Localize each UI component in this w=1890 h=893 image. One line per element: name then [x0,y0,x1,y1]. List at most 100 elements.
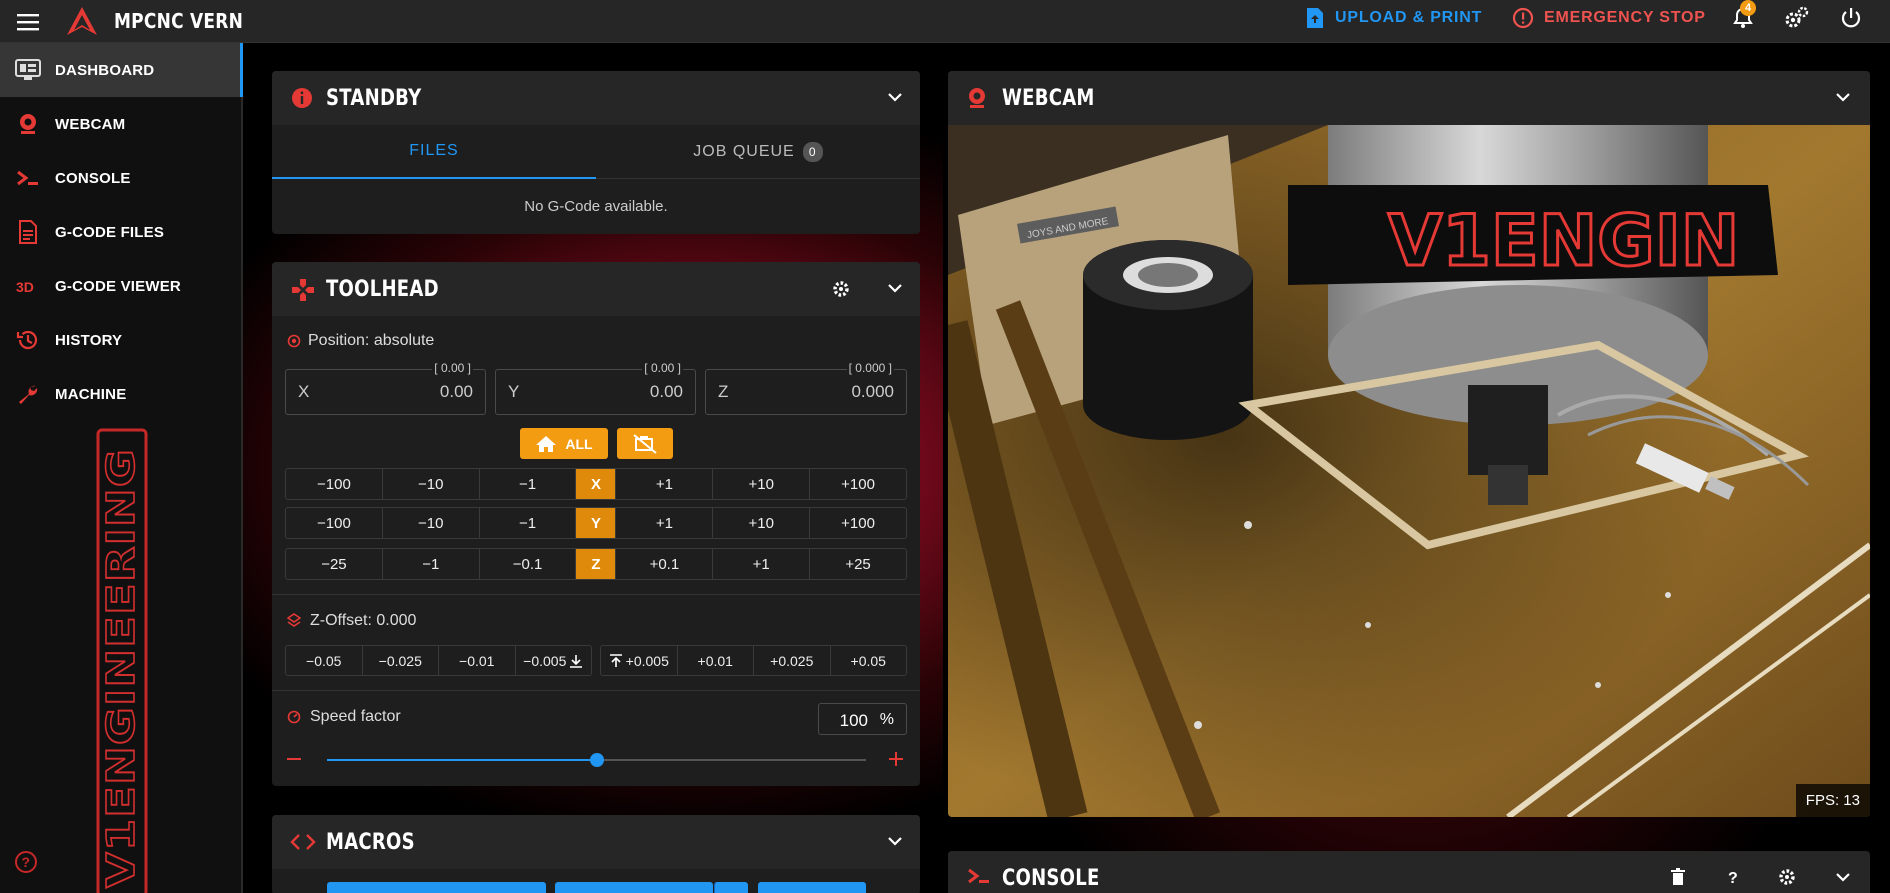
jog-z-minus-25[interactable]: −25 [286,549,383,579]
zoffset-minus-0.005[interactable]: −0.005 [516,646,592,675]
zoffset-plus-0.01[interactable]: +0.01 [678,646,754,675]
hamburger-icon [16,13,39,30]
zoffset-minus-0.025[interactable]: −0.025 [363,646,439,675]
speedometer-icon [287,710,301,724]
jog-y-plus-10[interactable]: +10 [713,508,811,538]
console-icon [968,868,989,884]
standby-header[interactable]: STANDBY [272,71,920,125]
macro-dropdown-button[interactable] [714,882,748,893]
z-offset-status: Z-Offset: 0.000 [287,612,416,630]
webcam-card: WEBCAM JOYS AND MORE V1ENGIN FPS: 13 [948,71,1870,817]
jog-y-plus-100[interactable]: +100 [810,508,906,538]
macro-button[interactable] [327,882,546,893]
position-mode: Position: absolute [286,332,434,350]
jog-x-minus-10[interactable]: −10 [383,469,480,499]
webcam-icon [19,114,36,134]
sidebar-item-gcode-files[interactable]: G-CODE FILES [0,205,243,259]
svg-text:?: ? [22,854,31,870]
chevron-down-icon[interactable] [1834,88,1852,106]
queue-count-badge: 0 [802,142,823,162]
jog-x-plus-10[interactable]: +10 [713,469,811,499]
home-all-button[interactable]: ALL [520,428,608,459]
z-position-value: 0.000 [851,382,894,401]
zoffset-minus-0.05[interactable]: −0.05 [286,646,363,675]
jog-y-minus-10[interactable]: −10 [383,508,480,538]
sidebar-item-label: DASHBOARD [55,61,155,79]
speed-slider-fill [327,759,597,761]
settings-button[interactable] [1782,0,1812,36]
chevron-down-icon[interactable] [886,832,904,850]
z-position-field[interactable]: [ 0.000 ] Z 0.000 [705,361,907,415]
sidebar-item-history[interactable]: HISTORY [0,313,243,367]
speed-slider-thumb[interactable] [589,753,604,767]
x-position-field[interactable]: [ 0.00 ] X 0.00 [285,361,486,415]
sidebar-item-dashboard[interactable]: DASHBOARD [0,43,243,97]
jog-x-plus-1[interactable]: +1 [616,469,714,499]
arrow-collapse-up-icon [609,653,622,667]
zoffset-plus-0.005[interactable]: +0.005 [601,646,678,675]
speed-decrease-button[interactable] [287,752,301,766]
chevron-down-icon[interactable] [1834,868,1852,886]
console-title: CONSOLE [1002,865,1100,891]
tab-job-queue-label: JOB QUEUE [693,143,795,160]
gear-icon[interactable] [832,280,850,298]
tab-job-queue[interactable]: JOB QUEUE 0 [596,125,920,179]
jog-z-minus-0.1[interactable]: −0.1 [480,549,577,579]
chevron-down-icon[interactable] [886,279,904,297]
webcam-stream: JOYS AND MORE V1ENGIN FPS: 13 [948,125,1870,817]
macro-button[interactable] [758,882,866,893]
sidebar-item-label: HISTORY [55,331,123,349]
wrench-icon [18,385,37,404]
y-jog-row: −100 −10 −1 Y +1 +10 +100 [285,507,907,539]
minus-icon [287,758,301,760]
jog-x-plus-100[interactable]: +100 [810,469,906,499]
zoffset-minus-0.01[interactable]: −0.01 [439,646,516,675]
speed-factor-unit: % [879,711,894,728]
zoffset-plus-0.05[interactable]: +0.05 [831,646,907,675]
upload-print-button[interactable]: UPLOAD & PRINT [1305,0,1482,36]
help-icon[interactable]: ? [1725,868,1741,886]
gear-icon[interactable] [1778,868,1796,886]
file-upload-icon [1307,8,1323,28]
menu-button[interactable] [0,0,55,43]
trash-icon[interactable] [1670,868,1686,886]
speed-factor-input[interactable]: 100 % [818,703,907,735]
arrow-collapse-down-icon [570,654,583,668]
sidebar-item-gcode-viewer[interactable]: 3D G-CODE VIEWER [0,259,243,313]
macros-header[interactable]: MACROS [272,815,920,869]
webcam-header[interactable]: WEBCAM [948,71,1870,125]
power-button[interactable] [1836,0,1866,36]
emergency-stop-button[interactable]: EMERGENCY STOP [1512,0,1706,36]
macro-button[interactable] [555,882,713,893]
y-position-field[interactable]: [ 0.00 ] Y 0.00 [495,361,696,415]
jog-x-minus-100[interactable]: −100 [286,469,383,499]
sidebar-item-webcam[interactable]: WEBCAM [0,97,243,151]
information-icon [292,88,312,108]
jog-z-plus-25[interactable]: +25 [810,549,906,579]
toolhead-header[interactable]: TOOLHEAD [272,262,920,316]
help-button[interactable]: ? [14,850,38,879]
jog-y-minus-1[interactable]: −1 [480,508,577,538]
home-y-button[interactable]: Y [576,508,617,538]
zoffset-plus-0.025[interactable]: +0.025 [754,646,831,675]
jog-z-plus-1[interactable]: +1 [713,549,811,579]
speed-increase-button[interactable] [889,752,903,766]
sidebar-item-machine[interactable]: MACHINE [0,367,243,421]
jog-y-minus-100[interactable]: −100 [286,508,383,538]
sidebar-item-label: WEBCAM [55,115,126,133]
jog-z-minus-1[interactable]: −1 [383,549,480,579]
console-header[interactable]: CONSOLE ? [948,851,1870,893]
file-document-icon [18,220,37,244]
home-z-button[interactable]: Z [576,549,617,579]
speed-slider-track[interactable] [327,753,866,767]
jog-y-plus-1[interactable]: +1 [616,508,714,538]
tab-files[interactable]: FILES [272,125,596,179]
chevron-down-icon[interactable] [886,88,904,106]
jog-x-minus-1[interactable]: −1 [480,469,577,499]
jog-z-plus-0.1[interactable]: +0.1 [616,549,714,579]
sidebar-item-console[interactable]: CONSOLE [0,151,243,205]
fps-indicator: FPS: 13 [1795,784,1870,817]
home-x-button[interactable]: X [576,469,617,499]
z-offset-raise-row: +0.005 +0.01 +0.025 +0.05 [600,645,907,676]
motors-off-button[interactable] [617,428,673,459]
